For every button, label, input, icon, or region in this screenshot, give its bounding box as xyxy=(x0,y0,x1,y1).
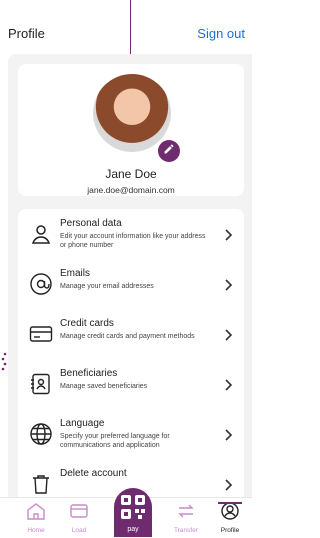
nav-home[interactable]: Home xyxy=(16,502,56,538)
menu-item-desc: Manage credit cards and payment methods xyxy=(60,333,195,340)
chevron-right-icon xyxy=(224,378,234,391)
menu-item-title: Beneficiaries xyxy=(60,368,118,379)
chevron-right-icon xyxy=(224,278,234,291)
avatar xyxy=(93,74,171,152)
nav-home-label: Home xyxy=(27,527,45,534)
page-title: Profile xyxy=(8,26,45,41)
chevron-right-icon xyxy=(224,228,234,241)
profile-card: Jane Doe jane.doe@domain.com xyxy=(18,64,244,196)
contact-card-icon xyxy=(29,372,53,396)
menu-item-desc: Manage your email addresses xyxy=(60,283,154,290)
trash-icon xyxy=(29,472,53,496)
content-area: Jane Doe jane.doe@domain.com Personal da… xyxy=(8,54,252,509)
menu-item-language[interactable]: Language Specify your preferred language… xyxy=(18,409,244,459)
user-icon xyxy=(29,222,53,246)
wallet-icon xyxy=(69,504,89,522)
menu-item-title: Language xyxy=(60,418,105,429)
nav-profile[interactable]: Profile xyxy=(210,502,250,538)
nav-load[interactable]: Load xyxy=(59,502,99,538)
menu-item-emails[interactable]: Emails Manage your email addresses xyxy=(18,259,244,309)
profile-icon xyxy=(220,502,240,522)
signout-link[interactable]: Sign out xyxy=(197,26,245,41)
menu-item-desc: Specify your preferred language for comm… xyxy=(60,433,170,449)
edit-avatar-button[interactable] xyxy=(158,140,180,162)
home-icon xyxy=(26,503,46,522)
active-indicator xyxy=(218,502,242,504)
at-icon xyxy=(29,272,53,296)
menu-item-desc: Edit your account information like your … xyxy=(60,233,206,249)
header: Profile Sign out xyxy=(0,0,252,54)
globe-icon xyxy=(29,422,53,446)
profile-name: Jane Doe xyxy=(105,167,157,181)
pay-label: pay xyxy=(127,526,139,533)
menu-item-personal-data[interactable]: Personal data Edit your account informat… xyxy=(18,209,244,259)
side-dots-decoration xyxy=(0,351,8,375)
menu-item-title: Personal data xyxy=(60,218,122,229)
profile-email: jane.doe@domain.com xyxy=(87,185,175,195)
nav-profile-label: Profile xyxy=(220,527,240,534)
chevron-right-icon xyxy=(224,428,234,441)
nav-transfer-label: Transfer xyxy=(174,527,198,534)
menu-item-title: Credit cards xyxy=(60,318,114,329)
nav-load-label: Load xyxy=(71,527,87,534)
settings-list: Personal data Edit your account informat… xyxy=(18,209,244,509)
chevron-right-icon xyxy=(224,328,234,341)
menu-item-title: Delete account xyxy=(60,468,127,479)
pay-button[interactable]: pay xyxy=(114,488,152,537)
qr-icon xyxy=(120,494,146,525)
transfer-icon xyxy=(176,504,196,522)
nav-transfer[interactable]: Transfer xyxy=(166,502,206,538)
menu-item-desc: Manage saved beneficiaries xyxy=(60,383,148,390)
pencil-icon xyxy=(163,142,175,160)
menu-item-title: Emails xyxy=(60,268,91,279)
menu-item-beneficiaries[interactable]: Beneficiaries Manage saved beneficiaries xyxy=(18,359,244,409)
chevron-right-icon xyxy=(224,478,234,491)
menu-item-credit-cards[interactable]: Credit cards Manage credit cards and pay… xyxy=(18,309,244,359)
credit-card-icon xyxy=(29,322,53,346)
